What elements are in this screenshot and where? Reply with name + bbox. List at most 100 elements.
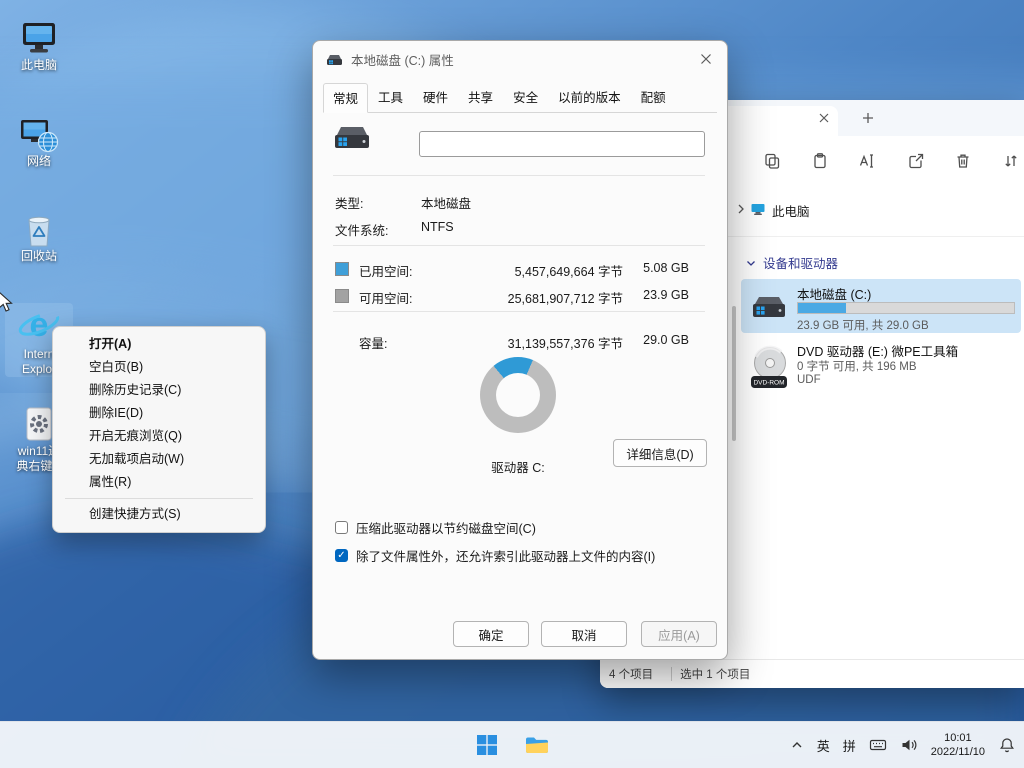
share-icon[interactable] (907, 152, 925, 170)
desktop-icon-label: 网络 (5, 154, 73, 169)
menu-item-properties[interactable]: 属性(R) (57, 471, 261, 494)
breadcrumb[interactable]: 此电脑 (772, 201, 810, 220)
scrollbar-thumb[interactable] (732, 306, 736, 441)
dvd-detail: 0 字节 可用, 共 196 MB (797, 358, 917, 374)
close-icon[interactable] (699, 52, 713, 66)
taskbar: 英 拼 10:01 2022/11/10 (0, 721, 1024, 768)
drive-name: 本地磁盘 (C:) (797, 284, 871, 303)
speaker-icon[interactable] (900, 736, 918, 754)
windows-logo-icon (475, 733, 499, 757)
compress-checkbox-row[interactable]: 压缩此驱动器以节约磁盘空间(C) (335, 518, 705, 536)
tab-sharing[interactable]: 共享 (458, 82, 503, 112)
desktop-icon-this-pc[interactable]: 此电脑 (5, 14, 73, 73)
tab-general[interactable]: 常规 (323, 83, 368, 113)
dvd-rom-icon: DVD-ROM (750, 345, 790, 393)
drive-body-icon (333, 121, 371, 151)
capacity-size: 29.0 GB (643, 333, 689, 347)
separator (333, 175, 705, 176)
desktop-icon-label: 回收站 (5, 249, 73, 264)
sort-icon[interactable] (1002, 152, 1020, 170)
menu-item-delete-history[interactable]: 删除历史记录(C) (57, 379, 261, 402)
ok-button[interactable]: 确定 (453, 621, 529, 647)
index-checkbox-row[interactable]: ✓ 除了文件属性外，还允许索引此驱动器上文件的内容(I) (335, 546, 705, 564)
drive-usage-fill (798, 303, 846, 313)
menu-item-blank-page[interactable]: 空白页(B) (57, 356, 261, 379)
capacity-row: 容量: 31,139,557,376 字节 29.0 GB (335, 333, 705, 349)
index-checkbox[interactable]: ✓ (335, 549, 348, 562)
hard-drive-icon (750, 287, 788, 325)
notification-bell-icon[interactable] (998, 736, 1016, 754)
filesystem-label: 文件系统: (335, 220, 388, 239)
context-menu: 打开(A) 空白页(B) 删除历史记录(C) 删除IE(D) 开启无痕浏览(Q)… (52, 326, 266, 533)
tab-quota[interactable]: 配额 (631, 82, 676, 112)
used-label: 已用空间: (359, 261, 412, 280)
free-space-row: 可用空间: 25,681,907,712 字节 23.9 GB (335, 288, 705, 304)
used-space-row: 已用空间: 5,457,649,664 字节 5.08 GB (335, 261, 705, 277)
free-color-swatch (335, 289, 349, 303)
tab-security[interactable]: 安全 (503, 82, 548, 112)
nav-pane-scrollbar[interactable] (731, 251, 738, 650)
chevron-down-icon (745, 257, 757, 269)
menu-item-open[interactable]: 打开(A) (57, 333, 261, 356)
drive-c-item[interactable]: 本地磁盘 (C:) 23.9 GB 可用, 共 29.0 GB (741, 279, 1021, 333)
keyboard-icon[interactable] (869, 736, 887, 754)
delete-icon[interactable] (954, 152, 972, 170)
free-label: 可用空间: (359, 288, 412, 307)
menu-item-no-addons[interactable]: 无加载项启动(W) (57, 448, 261, 471)
dvd-drive-item[interactable]: DVD-ROM DVD 驱动器 (E:) 微PE工具箱 0 字节 可用, 共 1… (741, 337, 1021, 395)
new-tab-icon[interactable] (860, 110, 876, 126)
network-icon (5, 110, 73, 154)
taskbar-clock[interactable]: 10:01 2022/11/10 (931, 731, 985, 759)
this-pc-icon (5, 14, 73, 58)
used-bytes: 5,457,649,664 字节 (515, 261, 623, 280)
start-button[interactable] (469, 727, 505, 763)
drive-usage-bar (797, 302, 1015, 314)
separator (333, 245, 705, 246)
rename-icon[interactable] (858, 152, 876, 170)
menu-item-delete-ie[interactable]: 删除IE(D) (57, 402, 261, 425)
dialog-body: 类型: 本地磁盘 文件系统: NTFS 已用空间: 5,457,649,664 … (313, 113, 727, 659)
paste-icon[interactable] (811, 152, 829, 170)
tab-tools[interactable]: 工具 (368, 82, 413, 112)
tray-chevron-icon[interactable] (790, 738, 804, 752)
menu-item-create-shortcut[interactable]: 创建快捷方式(S) (57, 503, 261, 526)
mouse-cursor (0, 291, 17, 313)
menu-item-inprivate[interactable]: 开启无痕浏览(Q) (57, 425, 261, 448)
status-divider (671, 667, 672, 681)
compress-checkbox-label: 压缩此驱动器以节约磁盘空间(C) (356, 518, 536, 537)
file-explorer-taskbar-button[interactable] (519, 727, 555, 763)
free-bytes: 25,681,907,712 字节 (508, 288, 623, 307)
tab-close-icon[interactable] (816, 110, 832, 126)
copy-icon[interactable] (763, 152, 781, 170)
filesystem-row: 文件系统: NTFS (335, 220, 705, 236)
dialog-title-bar[interactable]: 本地磁盘 (C:) 属性 (313, 41, 727, 77)
desktop-screen: 此电脑 网络 回收站 e (0, 0, 1024, 768)
desktop-icon-network[interactable]: 网络 (5, 110, 73, 169)
type-value: 本地磁盘 (421, 193, 471, 212)
drive-small-icon (326, 52, 343, 66)
desktop-icon-recycle-bin[interactable]: 回收站 (5, 205, 73, 264)
svg-text:e: e (30, 306, 49, 344)
filesystem-value: NTFS (421, 220, 454, 234)
ime-indicator[interactable]: 拼 (843, 736, 856, 755)
capacity-donut (480, 357, 556, 433)
group-header-devices[interactable]: 设备和驱动器 (745, 253, 838, 272)
free-size: 23.9 GB (643, 288, 689, 302)
cancel-button[interactable]: 取消 (541, 621, 627, 647)
this-pc-small-icon (750, 201, 766, 217)
language-indicator[interactable]: 英 (817, 736, 830, 755)
volume-label-input[interactable] (419, 131, 705, 157)
capacity-label: 容量: (359, 333, 387, 352)
index-checkbox-label: 除了文件属性外，还允许索引此驱动器上文件的内容(I) (356, 546, 655, 565)
dialog-tab-strip: 常规 工具 硬件 共享 安全 以前的版本 配额 (323, 87, 717, 113)
compress-checkbox[interactable] (335, 521, 348, 534)
status-selected-count: 选中 1 个项目 (680, 666, 750, 682)
type-label: 类型: (335, 193, 363, 212)
recycle-bin-icon (5, 205, 73, 249)
drive-caption: 驱动器 C: (463, 457, 573, 476)
drive-detail: 23.9 GB 可用, 共 29.0 GB (797, 317, 929, 333)
details-button[interactable]: 详细信息(D) (613, 439, 707, 467)
capacity-bytes: 31,139,557,376 字节 (508, 333, 623, 352)
tab-hardware[interactable]: 硬件 (413, 82, 458, 112)
tab-previous-versions[interactable]: 以前的版本 (548, 82, 631, 112)
